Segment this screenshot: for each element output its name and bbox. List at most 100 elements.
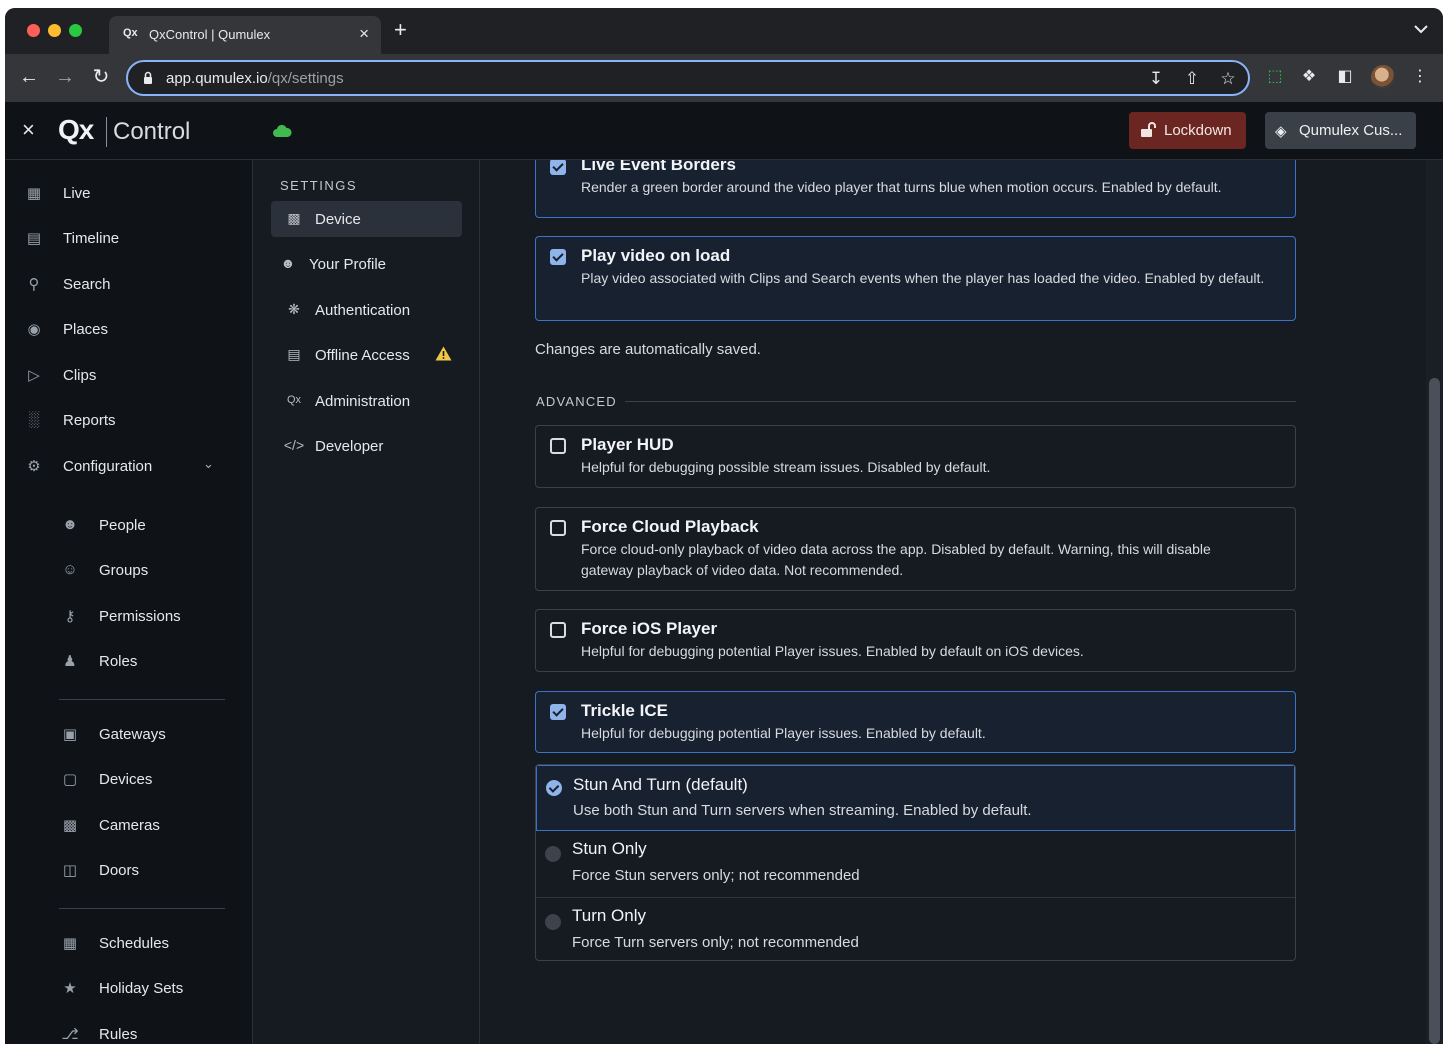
settings-item-your-profile[interactable]: ☻ Your Profile	[271, 246, 462, 282]
setting-live-event-borders[interactable]: Live Event Borders Render a green border…	[535, 160, 1296, 218]
install-app-icon[interactable]: ↧	[1146, 69, 1166, 89]
settings-item-label: Your Profile	[309, 256, 386, 273]
scrollbar-thumb[interactable]	[1429, 378, 1440, 1044]
device-icon: ▢	[62, 771, 78, 788]
cloud-status-icon	[273, 124, 292, 137]
nav-item-roles[interactable]: ♟ Roles	[5, 646, 253, 676]
bar-chart-icon: ░	[28, 411, 40, 428]
setting-description: Helpful for debugging potential Player i…	[581, 643, 1084, 659]
share-icon[interactable]: ⇧	[1182, 69, 1202, 89]
nav-item-gateways[interactable]: ▣ Gateways	[5, 719, 253, 749]
lockdown-button[interactable]: Lockdown	[1129, 112, 1246, 149]
setting-description: Helpful for debugging potential Player i…	[581, 725, 986, 741]
nav-item-search[interactable]: ⚲ Search	[5, 269, 253, 299]
setting-title: Force Cloud Playback	[581, 517, 759, 536]
reload-icon[interactable]: ↻	[88, 64, 114, 90]
device-icon: ▩	[287, 210, 301, 226]
gear-icon: ⚙	[27, 458, 41, 475]
setting-play-video-on-load[interactable]: Play video on load Play video associated…	[535, 236, 1296, 321]
scrollbar[interactable]	[1426, 160, 1443, 1044]
new-tab-button[interactable]: +	[394, 19, 407, 41]
primary-sidebar: ▦ Live ▤ Timeline ⚲ Search ◉ Places ▷ Cl…	[5, 160, 253, 1044]
nav-item-label: Doors	[99, 862, 140, 879]
profile-avatar[interactable]	[1371, 65, 1395, 89]
nav-item-label: Live	[63, 185, 91, 202]
settings-item-authentication[interactable]: ❋ Authentication	[271, 292, 462, 328]
nav-item-label: Timeline	[63, 230, 120, 247]
settings-sidebar: SETTINGS ▩ Device ☻ Your Profile ❋ Authe…	[253, 160, 480, 1044]
setting-title: Play video on load	[581, 246, 731, 265]
organization-switcher[interactable]: ◈ Qumulex Cus...	[1265, 112, 1416, 149]
setting-trickle-ice[interactable]: Trickle ICE Helpful for debugging potent…	[535, 691, 1296, 753]
close-icon[interactable]: ×	[22, 117, 35, 143]
chevron-down-icon[interactable]	[1413, 22, 1429, 36]
settings-item-developer[interactable]: </> Developer	[271, 428, 462, 464]
minimize-window-button[interactable]	[48, 24, 61, 37]
nav-item-live[interactable]: ▦ Live	[5, 178, 253, 208]
checkbox-checked[interactable]	[550, 249, 566, 265]
search-icon: ⚲	[28, 276, 40, 293]
radio-description: Force Stun servers only; not recommended	[572, 867, 860, 884]
radio-unselected[interactable]	[545, 846, 561, 862]
nav-item-label: Roles	[99, 653, 138, 670]
browser-window: Qx QxControl | Qumulex × + ← → ↻ app.qum…	[5, 8, 1443, 1044]
browser-tab[interactable]: Qx QxControl | Qumulex ×	[109, 16, 381, 54]
nav-item-reports[interactable]: ░ Reports	[5, 405, 253, 435]
side-panel-icon[interactable]: ◧	[1335, 67, 1355, 87]
code-icon: </>	[283, 437, 305, 453]
nav-item-places[interactable]: ◉ Places	[5, 314, 253, 344]
location-target-icon: ◈	[1275, 123, 1287, 140]
radio-stun-and-turn[interactable]: Stun And Turn (default) Use both Stun an…	[536, 765, 1295, 831]
maximize-window-button[interactable]	[69, 24, 82, 37]
bookmark-star-icon[interactable]: ☆	[1218, 69, 1238, 89]
stream-server-radio-group: Stun And Turn (default) Use both Stun an…	[535, 764, 1296, 961]
nav-item-people[interactable]: ☻ People	[5, 510, 253, 540]
nav-item-configuration[interactable]: ⚙ Configuration ⌄	[5, 451, 253, 481]
holiday-icon: ★	[63, 980, 77, 997]
radio-unselected[interactable]	[545, 914, 561, 930]
settings-item-administration[interactable]: Qx Administration	[271, 383, 462, 419]
setting-force-cloud-playback[interactable]: Force Cloud Playback Force cloud-only pl…	[535, 507, 1296, 591]
nav-item-label: Rules	[99, 1026, 138, 1043]
checkbox-unchecked[interactable]	[550, 622, 566, 638]
checkbox-checked[interactable]	[550, 704, 566, 720]
radio-turn-only[interactable]: Turn Only Force Turn servers only; not r…	[536, 897, 1295, 960]
checkbox-unchecked[interactable]	[550, 520, 566, 536]
settings-item-device[interactable]: ▩ Device	[271, 201, 462, 237]
close-window-button[interactable]	[27, 24, 40, 37]
branch-icon: ⎇	[61, 1026, 79, 1043]
calendar-icon: ▦	[62, 935, 78, 952]
setting-force-ios-player[interactable]: Force iOS Player Helpful for debugging p…	[535, 609, 1296, 672]
checkbox-checked[interactable]	[550, 160, 566, 175]
back-arrow-icon[interactable]: ←	[16, 64, 42, 90]
puzzle-extensions-icon[interactable]: ❖	[1299, 67, 1319, 87]
nav-item-devices[interactable]: ▢ Devices	[5, 764, 253, 794]
nav-item-holiday-sets[interactable]: ★ Holiday Sets	[5, 973, 253, 1003]
more-menu-icon[interactable]: ⋮	[1410, 67, 1430, 87]
checkbox-unchecked[interactable]	[550, 438, 566, 454]
nav-item-schedules[interactable]: ▦ Schedules	[5, 928, 253, 958]
nav-item-rules[interactable]: ⎇ Rules	[5, 1019, 253, 1044]
address-bar[interactable]: app.qumulex.io/qx/settings ↧ ⇧ ☆	[126, 60, 1250, 96]
nav-item-cameras[interactable]: ▩ Cameras	[5, 810, 253, 840]
radio-stun-only[interactable]: Stun Only Force Stun servers only; not r…	[536, 831, 1295, 897]
radio-selected[interactable]	[546, 780, 562, 796]
setting-title: Player HUD	[581, 435, 674, 454]
nav-item-doors[interactable]: ◫ Doors	[5, 855, 253, 885]
setting-player-hud[interactable]: Player HUD Helpful for debugging possibl…	[535, 425, 1296, 488]
settings-item-label: Administration	[315, 393, 411, 410]
nav-item-timeline[interactable]: ▤ Timeline	[5, 223, 253, 253]
settings-item-offline-access[interactable]: ▤ Offline Access	[271, 337, 462, 373]
nav-item-clips[interactable]: ▷ Clips	[5, 360, 253, 390]
nav-item-permissions[interactable]: ⚷ Permissions	[5, 601, 253, 631]
nav-item-label: Gateways	[99, 726, 166, 743]
qx-favicon-icon: Qx	[123, 27, 138, 39]
nav-item-label: Clips	[63, 367, 97, 384]
forward-arrow-icon[interactable]: →	[52, 64, 78, 90]
extension-frame-icon[interactable]: ⬚	[1265, 67, 1285, 87]
nav-item-groups[interactable]: ☺ Groups	[5, 555, 253, 585]
person-icon: ☻	[62, 516, 78, 533]
setting-description: Force cloud-only playback of video data …	[581, 541, 1211, 578]
tab-close-icon[interactable]: ×	[359, 24, 369, 44]
person-icon: ☻	[280, 255, 296, 271]
